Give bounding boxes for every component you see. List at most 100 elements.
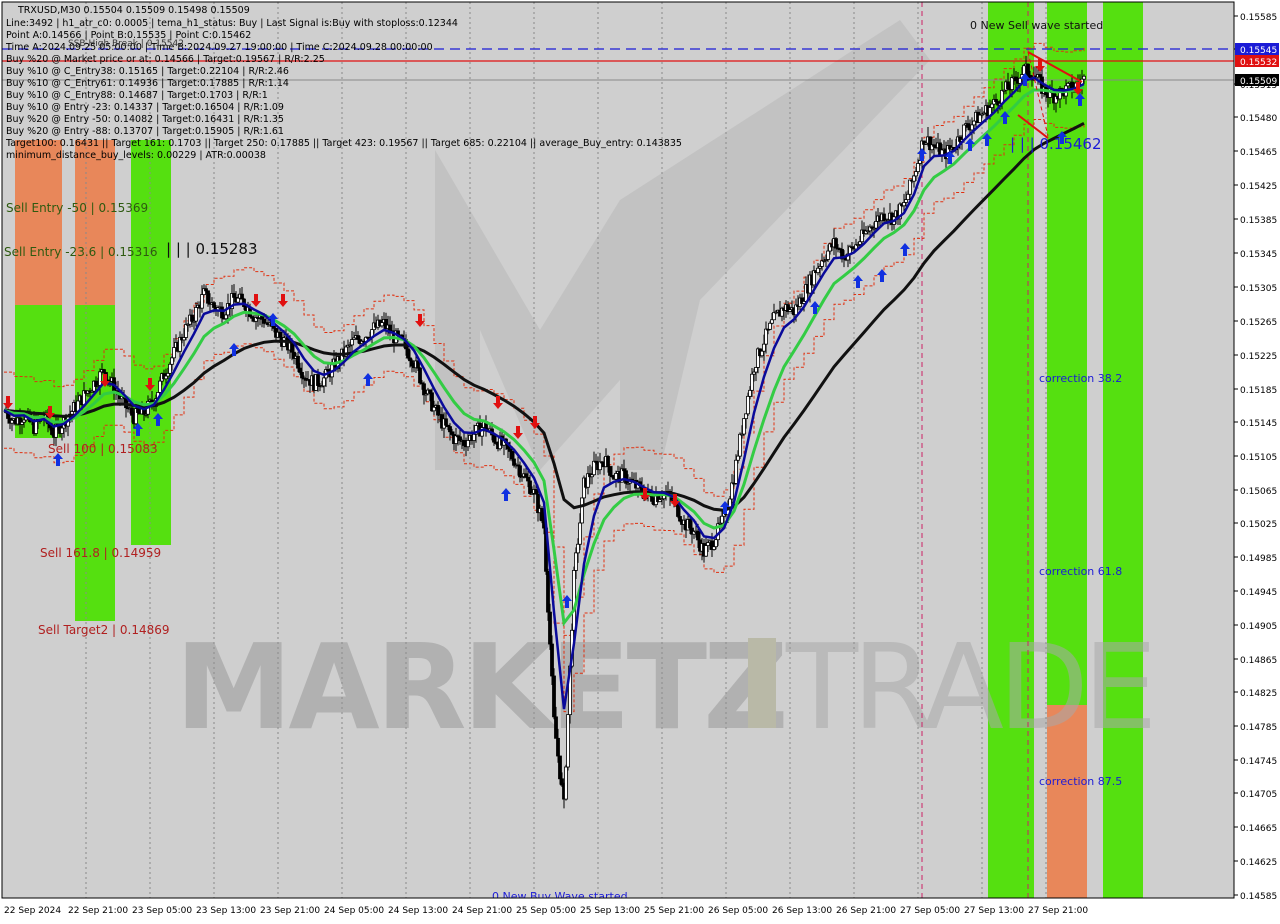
- candle-body: [70, 411, 74, 415]
- candle-body: [450, 431, 454, 435]
- price-tag-label: 0.15545: [1240, 46, 1277, 56]
- chart-root: MARKETZ TRADE TRXUSD,M30 0.15504 0.15509…: [0, 0, 1280, 920]
- candle-body: [410, 360, 414, 367]
- candle-body: [166, 372, 170, 377]
- candle-body: [184, 324, 188, 338]
- info-line-8: Buy %10 @ Entry -23: 0.14337 | Target:0.…: [6, 102, 284, 113]
- candle-body: [592, 460, 596, 476]
- candle-body: [704, 545, 708, 557]
- candle-body: [576, 543, 580, 554]
- candle-body: [296, 355, 300, 369]
- x-tick-label: 22 Sep 2024: [4, 906, 61, 916]
- candle-body: [908, 179, 912, 195]
- y-tick-label: 0.15145: [1240, 419, 1277, 429]
- bottom-axis: 22 Sep 2024 22 Sep 21:00 23 Sep 05:00 23 Se…: [0, 897, 1234, 920]
- x-tick-label: 22 Sep 21:00: [68, 906, 128, 916]
- price-tag-label: 0.15509: [1240, 77, 1277, 87]
- candle-body: [742, 418, 746, 435]
- candle-body: [512, 458, 516, 466]
- candle-body: [912, 175, 916, 182]
- y-tick-label: 0.14785: [1240, 723, 1277, 733]
- x-tick-label: 24 Sep 05:00: [324, 906, 384, 916]
- candle-body: [422, 383, 426, 396]
- candle-body: [730, 482, 734, 500]
- x-tick-label: 23 Sep 21:00: [260, 906, 320, 916]
- candle-body: [240, 293, 244, 300]
- y-tick-label: 0.15225: [1240, 352, 1277, 362]
- candle-body: [316, 374, 320, 386]
- candle-body: [444, 418, 448, 426]
- candle-body: [552, 675, 556, 718]
- candle-body: [906, 193, 910, 201]
- candle-body: [624, 470, 628, 484]
- y-tick-label: 0.14945: [1240, 588, 1277, 598]
- y-tick-label: 0.15425: [1240, 182, 1277, 192]
- info-line-6: Buy %10 @ C_Entry61: 0.14936 | Target:0.…: [6, 78, 289, 89]
- price-tag-label: 0.15532: [1240, 58, 1277, 68]
- candle-body: [750, 373, 754, 391]
- candle-body: [556, 737, 560, 757]
- candle-body: [678, 516, 682, 522]
- candle-body: [466, 439, 470, 448]
- x-tick-label: 25 Sep 21:00: [644, 906, 704, 916]
- y-tick-label: 0.15465: [1240, 148, 1277, 158]
- sell-entry-236-label: Sell Entry -23.6 | 0.15316: [4, 245, 158, 259]
- x-tick-label: 27 Sep 21:00: [1028, 906, 1088, 916]
- candle-body: [220, 306, 224, 319]
- candle-body: [760, 350, 764, 357]
- candle-body: [224, 314, 228, 320]
- candle-body: [566, 714, 570, 768]
- candle-body: [978, 114, 982, 123]
- candle-body: [472, 433, 476, 441]
- y-tick-label: 0.14865: [1240, 656, 1277, 666]
- candle-body: [734, 459, 738, 484]
- candle-body: [158, 380, 162, 393]
- candle-body: [524, 473, 528, 478]
- correction-618-label: correction 61.8: [1039, 565, 1122, 578]
- candle-body: [764, 328, 768, 345]
- candle-body: [518, 465, 522, 478]
- x-tick-label: 25 Sep 05:00: [516, 906, 576, 916]
- x-tick-label: 27 Sep 05:00: [900, 906, 960, 916]
- candle-body: [972, 120, 976, 126]
- candle-body: [564, 766, 568, 800]
- watermark-divider: [748, 638, 776, 728]
- candle-body: [772, 312, 776, 321]
- candle-body: [540, 508, 544, 522]
- candle-body: [762, 343, 766, 352]
- info-line-1: Line:3492 | h1_atr_c0: 0.0005 | tema_h1_…: [6, 18, 458, 29]
- sell-zone-orange-b: [75, 140, 115, 305]
- info-line-10: Buy %20 @ Entry -88: 0.13707 | Target:0.…: [6, 126, 284, 137]
- info-line-12: minimum_distance_buy_levels: 0.00229 | A…: [6, 150, 266, 161]
- candle-body: [98, 371, 102, 386]
- candle-body: [706, 542, 710, 546]
- candle-body: [826, 250, 830, 260]
- candle-body: [232, 293, 236, 298]
- candle-body: [298, 367, 302, 373]
- y-tick-label: 0.15385: [1240, 216, 1277, 226]
- candle-body: [874, 220, 878, 229]
- y-tick-label: 0.14745: [1240, 757, 1277, 767]
- new-sell-wave-label: 0 New Sell wave started: [970, 19, 1103, 32]
- watermark-text-trade: TRADE: [785, 618, 1151, 756]
- correction-875-label: correction 87.5: [1039, 775, 1122, 788]
- candle-body: [816, 267, 820, 274]
- candle-body: [902, 202, 906, 207]
- candle-body: [492, 434, 496, 443]
- candle-body: [168, 363, 172, 374]
- candle-body: [560, 778, 564, 786]
- candle-body: [1082, 75, 1086, 80]
- candle-body: [744, 413, 748, 420]
- candle-body: [558, 755, 562, 780]
- y-tick-label: 0.15065: [1240, 487, 1277, 497]
- candle-body: [858, 241, 862, 245]
- candle-body: [300, 371, 304, 379]
- candle-body: [608, 466, 612, 476]
- sell-entry-50-label: Sell Entry -50 | 0.15369: [6, 201, 148, 215]
- x-tick-label: 27 Sep 13:00: [964, 906, 1024, 916]
- point-c-label: | | | 0.15462: [1010, 135, 1102, 153]
- y-tick-label: 0.15305: [1240, 284, 1277, 294]
- candle-body: [768, 322, 772, 330]
- symbol-line: TRXUSD,M30 0.15504 0.15509 0.15498 0.155…: [17, 5, 250, 16]
- info-line-4: Buy %20 @ Market price or at: 0.14566 | …: [6, 54, 325, 65]
